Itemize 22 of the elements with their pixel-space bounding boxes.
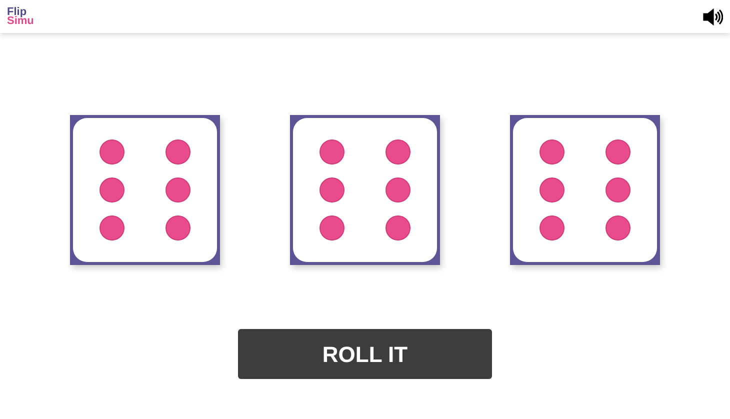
pip (540, 178, 564, 202)
pip (100, 178, 124, 202)
pip (320, 216, 344, 240)
pip (166, 178, 190, 202)
pip (386, 216, 410, 240)
speaker-icon[interactable] (703, 8, 723, 26)
pip (386, 140, 410, 164)
pip (606, 178, 630, 202)
pip (320, 178, 344, 202)
pip (540, 216, 564, 240)
logo-text: Simu (7, 16, 34, 26)
pip (606, 140, 630, 164)
pip (320, 140, 344, 164)
pip (100, 216, 124, 240)
logo-text: Flip (7, 8, 27, 16)
pip (606, 216, 630, 240)
pip (166, 216, 190, 240)
roll-button[interactable]: ROLL IT (238, 329, 492, 379)
pip (386, 178, 410, 202)
pip (166, 140, 190, 164)
pip (540, 140, 564, 164)
pip (100, 140, 124, 164)
